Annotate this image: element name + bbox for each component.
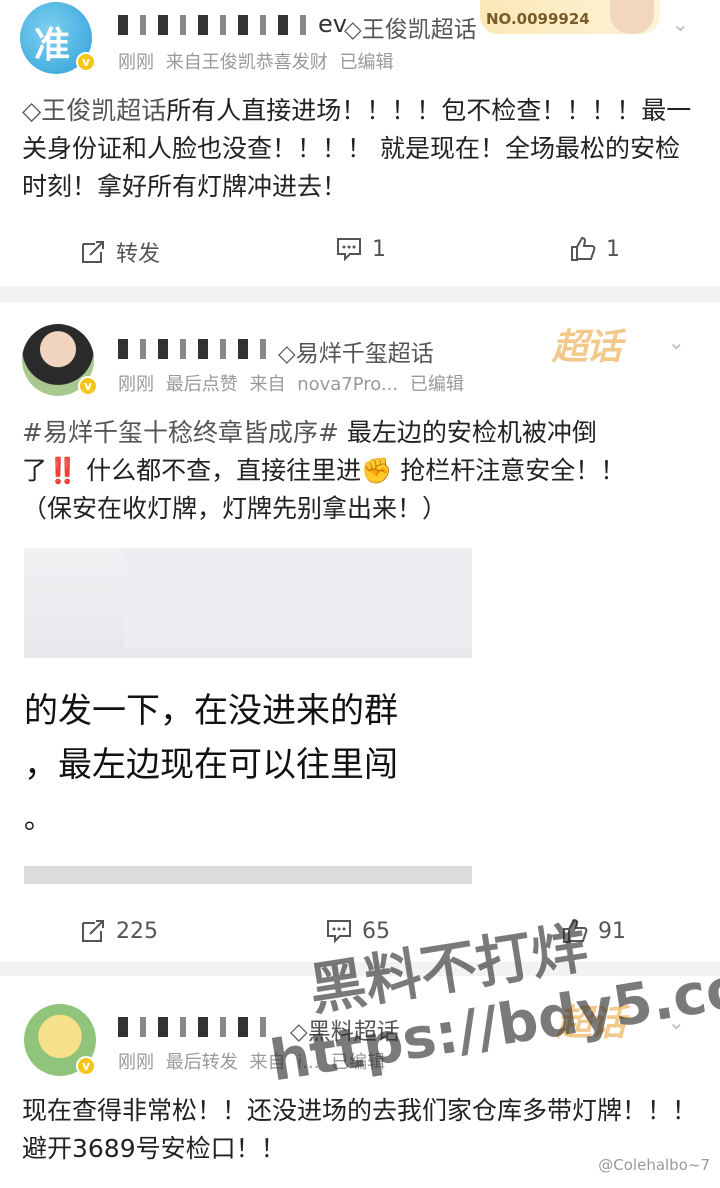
username[interactable] <box>118 334 270 362</box>
hashtag-link[interactable]: #易烊千玺十稔终章皆成序# <box>22 418 339 447</box>
image-text-line: 。 <box>24 802 53 835</box>
post-image[interactable]: 的发一下，在没进来的群 ，最左边现在可以往里闯 。 <box>24 548 472 884</box>
verified-badge-icon: v <box>78 376 98 396</box>
verified-badge-icon: v <box>76 1056 96 1076</box>
comment-button[interactable]: 1 <box>336 236 386 262</box>
meta-action: 最后转发 <box>165 1052 238 1073</box>
like-count: 1 <box>606 236 620 262</box>
double-exclamation-icon: ‼️ <box>47 456 79 485</box>
meta-time: 刚刚 <box>118 1052 154 1073</box>
repost-button[interactable]: 转发 <box>80 236 160 268</box>
meta-source: 来自 nova7Pro... <box>249 374 399 395</box>
meta-time: 刚刚 <box>118 52 154 73</box>
meta-time: 刚刚 <box>118 374 154 395</box>
image-text-line: 的发一下，在没进来的群 <box>24 691 398 731</box>
post-text-line2a: 了 <box>22 456 48 485</box>
avatar-glyph-icon: 准 <box>34 25 71 66</box>
comment-icon <box>327 920 351 944</box>
post-card-1: 准 v ev ◇王俊凯超话 NO.0099924 ⌄ 刚刚 来自王俊凯恭喜发财 … <box>0 0 720 286</box>
repost-icon <box>82 241 104 263</box>
meta-action: 最后点赞 <box>165 374 238 395</box>
corner-watermark: @Colehalbo~7 <box>598 1156 710 1174</box>
meta-edited: 已编辑 <box>339 52 394 73</box>
post-text-line2b: 什么都不查，直接往里进 <box>78 456 362 485</box>
post-text-line2c: 抢栏杆注意安全！！ <box>392 456 626 485</box>
diamond-icon: ◇ <box>344 17 362 43</box>
badge-text: 超话 <box>552 327 622 368</box>
diamond-icon: ◇ <box>22 96 42 125</box>
fist-emoji-icon: ✊ <box>361 456 393 485</box>
supertopic-link[interactable]: ◇易烊千玺超话 <box>278 334 434 368</box>
thumbs-up-icon <box>571 236 596 261</box>
comment-icon <box>337 238 361 262</box>
image-footer-bar <box>24 866 472 884</box>
meta-edited: 已编辑 <box>409 374 464 395</box>
comment-count: 1 <box>372 236 386 262</box>
comment-count: 65 <box>362 918 390 944</box>
verified-badge-icon: v <box>76 52 96 72</box>
username-tail: ev <box>318 10 347 38</box>
username[interactable] <box>118 1012 278 1040</box>
comment-button[interactable]: 65 <box>326 918 390 944</box>
supertopic-link[interactable]: ◇王俊凯超话 <box>344 10 477 44</box>
repost-count: 225 <box>116 918 158 944</box>
topic-name: 王俊凯超话 <box>361 17 477 43</box>
username[interactable]: ev <box>118 10 347 38</box>
like-button[interactable]: 1 <box>570 236 620 262</box>
repost-icon <box>82 920 104 942</box>
topic-link[interactable]: 王俊凯超话 <box>41 96 166 125</box>
chevron-down-icon[interactable]: ⌄ <box>672 12 702 36</box>
post-meta: 刚刚 来自王俊凯恭喜发财 已编辑 <box>118 48 393 74</box>
repost-button[interactable]: 225 <box>80 918 158 944</box>
chevron-down-icon[interactable]: ⌄ <box>668 330 698 354</box>
post-card-2: v ◇易烊千玺超话 超话 ⌄ 刚刚 最后点赞 来自 nova7Pro... 已编… <box>0 302 720 962</box>
post-text: 现在查得非常松！！还没进场的去我们家仓库多带灯牌！！！ 避开3689号安检口！！ <box>22 1096 698 1163</box>
diamond-icon: ◇ <box>278 341 296 367</box>
image-text-line: ，最左边现在可以往里闯 <box>24 745 398 785</box>
post-text-line1: 最左边的安检机被冲倒 <box>338 418 597 447</box>
blurred-region <box>124 548 472 648</box>
post-meta: 刚刚 最后点赞 来自 nova7Pro... 已编辑 <box>118 370 464 396</box>
post-body: ◇王俊凯超话所有人直接进场！！！！包不检查！！！！最一关身份证和人脸也没查！！！… <box>22 92 702 206</box>
repost-label: 转发 <box>116 242 161 267</box>
fans-number: NO.0099924 <box>486 10 590 28</box>
supertopic-badge: 超话 <box>552 318 622 370</box>
post-text-line3: （保安在收灯牌，灯牌先别拿出来！） <box>22 494 448 523</box>
topic-name: 易烊千玺超话 <box>295 341 434 367</box>
post-body: #易烊千玺十稔终章皆成序# 最左边的安检机被冲倒 了‼️ 什么都不查，直接往里进… <box>22 414 702 528</box>
action-bar: 转发 1 1 <box>0 236 720 276</box>
meta-source: 来自王俊凯恭喜发财 <box>165 52 328 73</box>
